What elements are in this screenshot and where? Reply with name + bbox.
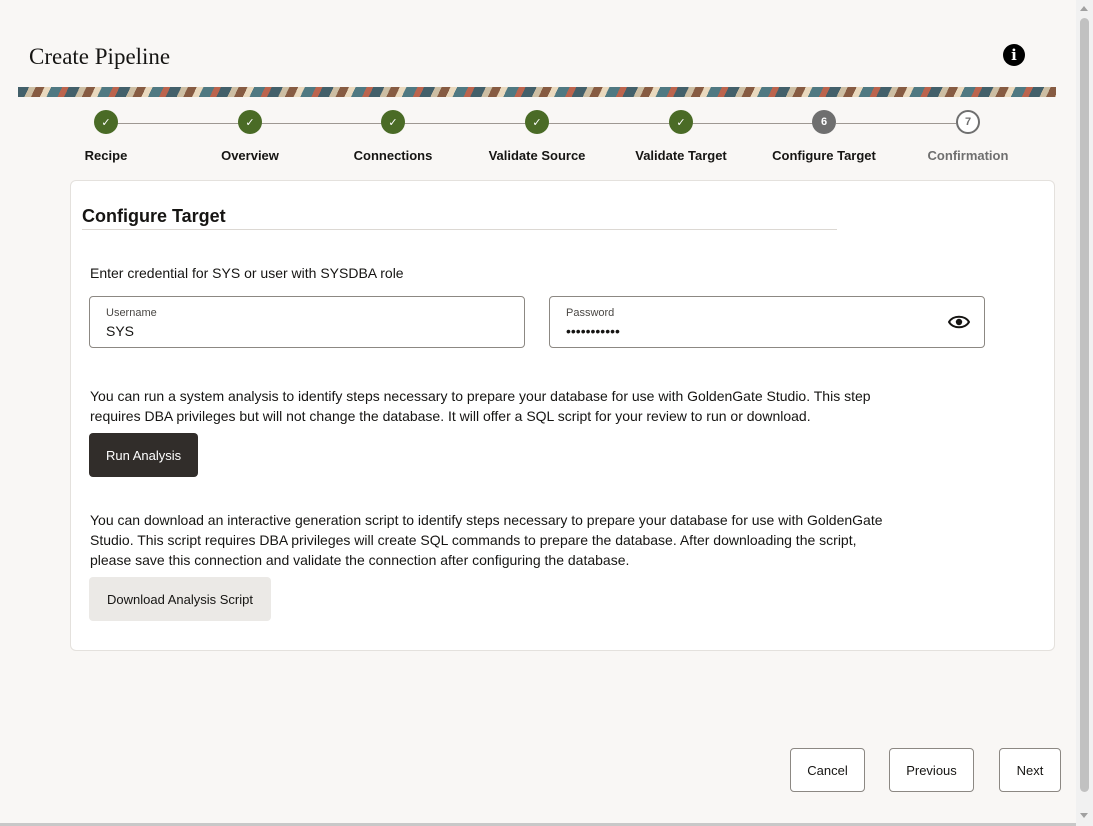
step-label: Configure Target (772, 148, 876, 163)
step-validate-source[interactable]: ✓ Validate Source (472, 110, 602, 163)
username-label: Username (106, 307, 157, 319)
download-text-line: Studio. This script requires DBA privile… (90, 532, 857, 548)
wizard-stepper: ✓ Recipe ✓ Overview ✓ Connections ✓ Vali… (0, 110, 1076, 170)
password-label: Password (566, 307, 615, 319)
step-number: 7 (956, 110, 980, 134)
check-icon: ✓ (238, 110, 262, 134)
step-recipe[interactable]: ✓ Recipe (41, 110, 171, 163)
step-label: Overview (221, 148, 279, 163)
username-field[interactable]: Username SYS (89, 296, 525, 348)
analysis-text-line: requires DBA privileges but will not cha… (90, 408, 811, 424)
step-label: Recipe (84, 148, 128, 163)
step-label: Validate Source (488, 148, 586, 163)
step-configure-target[interactable]: 6 Configure Target (759, 110, 889, 163)
analysis-text-line: You can run a system analysis to identif… (90, 388, 871, 404)
step-connections[interactable]: ✓ Connections (328, 110, 458, 163)
scroll-up-arrow-icon[interactable] (1080, 6, 1088, 11)
username-value[interactable]: SYS (106, 323, 134, 339)
previous-button[interactable]: Previous (889, 748, 974, 792)
scroll-down-arrow-icon[interactable] (1080, 813, 1088, 818)
eye-icon[interactable] (948, 313, 970, 331)
check-icon: ✓ (381, 110, 405, 134)
run-analysis-button[interactable]: Run Analysis (89, 433, 199, 477)
step-label: Validate Target (635, 148, 727, 163)
step-number: 6 (812, 110, 836, 134)
step-overview[interactable]: ✓ Overview (185, 110, 315, 163)
check-icon: ✓ (94, 110, 118, 134)
step-confirmation: 7 Confirmation (903, 110, 1033, 163)
section-title: Configure Target (82, 206, 226, 226)
download-description: You can download an interactive generati… (90, 510, 990, 570)
check-icon: ✓ (525, 110, 549, 134)
analysis-description: You can run a system analysis to identif… (90, 386, 990, 426)
download-analysis-script-button[interactable]: Download Analysis Script (89, 577, 271, 621)
password-field[interactable]: Password ••••••••••• (549, 296, 985, 348)
step-label: Connections (353, 148, 433, 163)
check-icon: ✓ (669, 110, 693, 134)
next-button[interactable]: Next (999, 748, 1061, 792)
step-validate-target[interactable]: ✓ Validate Target (616, 110, 746, 163)
download-text-line: You can download an interactive generati… (90, 512, 883, 528)
password-value[interactable]: ••••••••••• (566, 323, 620, 339)
page-title: Create Pipeline (29, 44, 171, 69)
configure-target-card: Configure Target Enter credential for SY… (70, 180, 1055, 651)
vertical-scrollbar[interactable] (1076, 0, 1093, 826)
scroll-thumb[interactable] (1080, 18, 1089, 792)
info-icon[interactable]: i (1003, 44, 1025, 66)
download-text-line: please save this connection and validate… (90, 552, 630, 568)
decorative-banner (18, 87, 1056, 97)
step-label: Confirmation (927, 148, 1009, 163)
create-pipeline-page: Create Pipeline i ✓ Recipe ✓ Overview ✓ … (0, 0, 1076, 826)
cancel-button[interactable]: Cancel (790, 748, 865, 792)
credential-instructions: Enter credential for SYS or user with SY… (90, 265, 404, 281)
section-divider (82, 229, 837, 230)
